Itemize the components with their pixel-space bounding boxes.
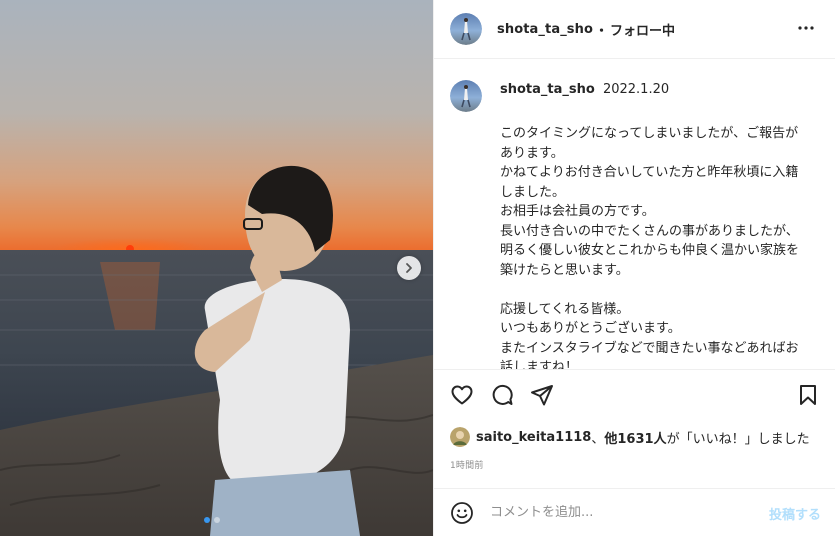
caption-line: かねてよりお付き合いしていた方と昨年秋頃に入籍 [500, 165, 799, 180]
caption-username[interactable]: shota_ta_sho [500, 82, 595, 97]
post-side-panel: shota_ta_sho ・ フォロー中 shota_ta_sho 2022.1… [433, 0, 835, 536]
liker-username[interactable]: saito_keita1118 [476, 430, 591, 445]
caption-line: いつもありがとうございます。 [500, 321, 681, 336]
comment-input[interactable] [490, 505, 750, 520]
caption-line: 長い付き合いの中でたくさんの事がありましたが、 [500, 223, 799, 239]
post-dialog: shota_ta_sho ・ フォロー中 shota_ta_sho 2022.1… [0, 0, 835, 536]
following-status[interactable]: フォロー中 [610, 20, 675, 39]
emoji-icon[interactable] [450, 501, 474, 525]
caption-area[interactable]: shota_ta_sho 2022.1.20 このタイミングになってしまいました… [434, 60, 835, 369]
caption-line [500, 280, 835, 300]
likes-summary: saito_keita1118 、 他1631人 が「いいね！」しました [450, 427, 810, 447]
post-timestamp[interactable]: 1時間前 [450, 458, 484, 471]
header-username[interactable]: shota_ta_sho [497, 22, 593, 37]
action-bar [434, 380, 835, 414]
chevron-right-icon [406, 263, 412, 273]
comment-icon[interactable] [490, 383, 514, 407]
caption-line: あります。 [500, 145, 564, 161]
post-header: shota_ta_sho ・ フォロー中 [434, 0, 835, 59]
likes-suffix: が「いいね！」しました [666, 431, 810, 447]
avatar-image [450, 80, 482, 112]
bookmark-icon[interactable] [796, 383, 820, 407]
likes-joiner: 、 [591, 431, 605, 447]
post-comment-button[interactable]: 投稿する [769, 504, 821, 523]
caption-date: 2022.1.20 [602, 82, 670, 97]
caption-text: このタイミングになってしまいましたが、ご報告が あります。かねてよりお付き合いして… [500, 124, 835, 369]
caption-line: 応援してくれる皆様。 [500, 301, 630, 317]
caption-line: このタイミングになってしまいましたが、ご報告が [500, 126, 799, 141]
caption-avatar[interactable] [450, 80, 482, 112]
post-photo [0, 0, 433, 536]
add-comment-bar: 投稿する [434, 488, 835, 536]
caption-line: 話しますね！ [500, 360, 579, 369]
caption-header: shota_ta_sho 2022.1.20 [450, 80, 820, 112]
post-media[interactable] [0, 0, 433, 536]
carousel-indicator [204, 517, 220, 523]
avatar-image [450, 13, 482, 45]
caption-line: お相手は会社員の方です。 [500, 204, 655, 219]
next-photo-button[interactable] [397, 256, 421, 280]
caption-line: またインスタライブなどで聞きたい事などあればお [500, 340, 799, 356]
carousel-dot-active [204, 517, 210, 523]
header-separator: ・ [595, 23, 609, 39]
caption-line: 明るく優しい彼女とこれからも仲良く温かい家族を [500, 243, 800, 258]
carousel-dot [214, 517, 220, 523]
caption-line: しました。 [500, 184, 566, 200]
more-icon[interactable] [794, 16, 818, 40]
share-icon[interactable] [530, 383, 554, 407]
caption-line: 築けたらと思います。 [500, 262, 629, 278]
avatar[interactable] [450, 13, 482, 45]
liker-avatar[interactable] [450, 427, 470, 447]
divider [434, 369, 835, 370]
avatar-image [450, 427, 470, 447]
likes-count[interactable]: 他1631人 [604, 428, 666, 447]
heart-icon[interactable] [450, 383, 474, 407]
